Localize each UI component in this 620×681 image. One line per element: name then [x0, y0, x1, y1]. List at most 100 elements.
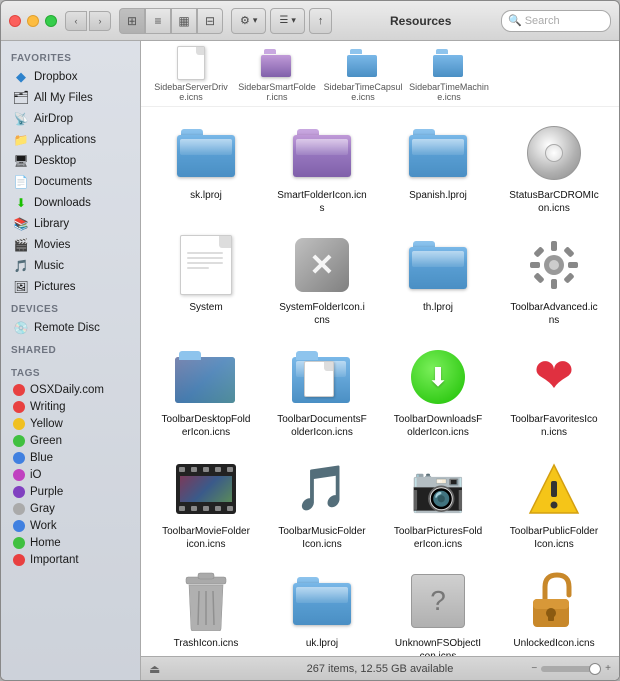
list-item[interactable]: ? UnknownFSObjectIcon.icns [383, 565, 493, 656]
column-view-button[interactable]: ▦ [171, 8, 197, 34]
sidebar-item-label: Pictures [34, 281, 76, 293]
back-button[interactable]: ‹ [65, 11, 87, 31]
list-item[interactable]: TrashIcon.icns [151, 565, 261, 656]
list-view-button[interactable]: ≡ [145, 8, 171, 34]
close-button[interactable] [9, 15, 21, 27]
sidebar-item-purple[interactable]: Purple [5, 484, 136, 500]
library-icon: 📚 [13, 216, 29, 232]
arrange-button[interactable]: ☰▾ [270, 8, 305, 34]
list-item[interactable]: SidebarTimeMachine.icns [409, 47, 489, 102]
film-hole [227, 506, 233, 511]
file-icon [290, 345, 354, 409]
list-item[interactable]: uk.lproj [267, 565, 377, 656]
folder-shine [180, 139, 232, 155]
sidebar-item-downloads[interactable]: ⬇ Downloads [5, 193, 136, 213]
sidebar-item-work[interactable]: Work [5, 518, 136, 534]
list-item[interactable]: 📷 ToolbarPicturesFolderIcon.icns [383, 453, 493, 555]
film-content [180, 476, 232, 502]
unknown-shape: ? [411, 574, 465, 628]
list-item[interactable]: ❤ ToolbarFavoritesIcon.icns [499, 341, 609, 443]
sidebar-item-movies[interactable]: 🎬 Movies [5, 235, 136, 255]
zoom-slider[interactable] [541, 666, 601, 672]
file-name-label: ToolbarDesktopFolderIcon.icns [161, 413, 251, 439]
sidebar-item-remote-disc[interactable]: 💿 Remote Disc [5, 318, 136, 338]
sidebar-item-label: Gray [30, 503, 55, 515]
list-item[interactable]: SmartFolderIcon.icns [267, 117, 377, 219]
doc-line [187, 252, 223, 254]
file-icon: ⬇ [406, 345, 470, 409]
action-button[interactable]: ⚙▾ [231, 8, 266, 34]
list-item[interactable]: UnlockedIcon.icns [499, 565, 609, 656]
sidebar-item-dropbox[interactable]: ◆ Dropbox [5, 67, 136, 87]
doc-shape [180, 235, 232, 295]
airdrop-icon: 📡 [13, 111, 29, 127]
zoom-handle[interactable] [589, 663, 601, 675]
tags-header: TAGS [1, 362, 140, 381]
file-name-label: ToolbarAdvanced.icns [509, 301, 599, 327]
devices-header: DEVICES [1, 298, 140, 317]
sidebar-item-label: AirDrop [34, 113, 73, 125]
list-item[interactable]: sk.lproj [151, 117, 261, 219]
sidebar-item-music[interactable]: 🎵 Music [5, 256, 136, 276]
coverflow-view-button[interactable]: ⊟ [197, 8, 223, 34]
share-button[interactable]: ↑ [309, 8, 333, 34]
film-hole [203, 506, 209, 511]
icon-view-button[interactable]: ⊞ [119, 8, 145, 34]
file-icon: 🎵 [290, 457, 354, 521]
public-sign-svg [526, 461, 582, 517]
tag-dot-writing [13, 401, 25, 413]
sidebar-item-allmyfiles[interactable]: 🗂 All My Files [5, 88, 136, 108]
list-item[interactable]: SidebarSmartFolder.icns [237, 47, 317, 102]
music-icon: 🎵 [13, 258, 29, 274]
sidebar-item-label: Purple [30, 486, 63, 498]
file-icon [290, 569, 354, 633]
list-item[interactable]: th.lproj [383, 229, 493, 331]
forward-button[interactable]: › [89, 11, 111, 31]
zoom-in-icon[interactable]: + [605, 663, 611, 674]
list-item[interactable]: ⬇ ToolbarDownloadsFolderIcon.icns [383, 341, 493, 443]
search-box[interactable]: 🔍 Search [501, 10, 611, 32]
docs-folder-shape [292, 351, 352, 403]
sidebar-item-gray[interactable]: Gray [5, 501, 136, 517]
file-icon-preview [433, 47, 465, 79]
sidebar-item-pictures[interactable]: 🖼 Pictures [5, 277, 136, 297]
file-icon-preview [347, 47, 379, 79]
folder-shine [296, 139, 348, 155]
list-item[interactable]: SidebarServerDrive.icns [151, 47, 231, 102]
list-item[interactable]: ToolbarPublicFolderIcon.icns [499, 453, 609, 555]
folder-shine [412, 139, 464, 155]
file-name-label: TrashIcon.icns [174, 637, 239, 650]
sidebar-item-io[interactable]: iO [5, 467, 136, 483]
sidebar-item-airdrop[interactable]: 📡 AirDrop [5, 109, 136, 129]
sidebar-item-important[interactable]: Important [5, 552, 136, 568]
sidebar-item-library[interactable]: 📚 Library [5, 214, 136, 234]
zoom-out-icon[interactable]: − [531, 663, 537, 674]
list-item[interactable]: System [151, 229, 261, 331]
list-item[interactable]: ✕ SystemFolderIcon.icns [267, 229, 377, 331]
maximize-button[interactable] [45, 15, 57, 27]
sidebar-item-yellow[interactable]: Yellow [5, 416, 136, 432]
sidebar-item-label: Desktop [34, 155, 76, 167]
sidebar-item-writing[interactable]: Writing [5, 399, 136, 415]
list-item[interactable]: ToolbarDocumentsFolderIcon.icns [267, 341, 377, 443]
list-item[interactable]: SidebarTimeCapsule.icns [323, 47, 403, 102]
camera-icon: 📷 [411, 463, 466, 515]
list-item[interactable]: StatusBarCDROMIcon.icns [499, 117, 609, 219]
sidebar-item-green[interactable]: Green [5, 433, 136, 449]
eject-button[interactable]: ⏏ [149, 662, 160, 676]
list-item[interactable]: Spanish.lproj [383, 117, 493, 219]
sidebar-item-home[interactable]: Home [5, 535, 136, 551]
dropbox-icon: ◆ [13, 69, 29, 85]
list-item[interactable]: ToolbarMovieFoldericon.icns [151, 453, 261, 555]
minimize-button[interactable] [27, 15, 39, 27]
sidebar-item-desktop[interactable]: 🖥 Desktop [5, 151, 136, 171]
list-item[interactable]: 🎵 ToolbarMusicFolderIcon.icns [267, 453, 377, 555]
list-item[interactable]: ToolbarDesktopFolderIcon.icns [151, 341, 261, 443]
sidebar-item-applications[interactable]: 📁 Applications [5, 130, 136, 150]
sidebar-item-blue[interactable]: Blue [5, 450, 136, 466]
sidebar-item-documents[interactable]: 📄 Documents [5, 172, 136, 192]
file-name-label: SidebarServerDrive.icns [151, 82, 231, 102]
sidebar-item-osxdaily[interactable]: OSXDaily.com [5, 382, 136, 398]
list-item[interactable]: ToolbarAdvanced.icns [499, 229, 609, 331]
folder-shape [293, 577, 351, 625]
